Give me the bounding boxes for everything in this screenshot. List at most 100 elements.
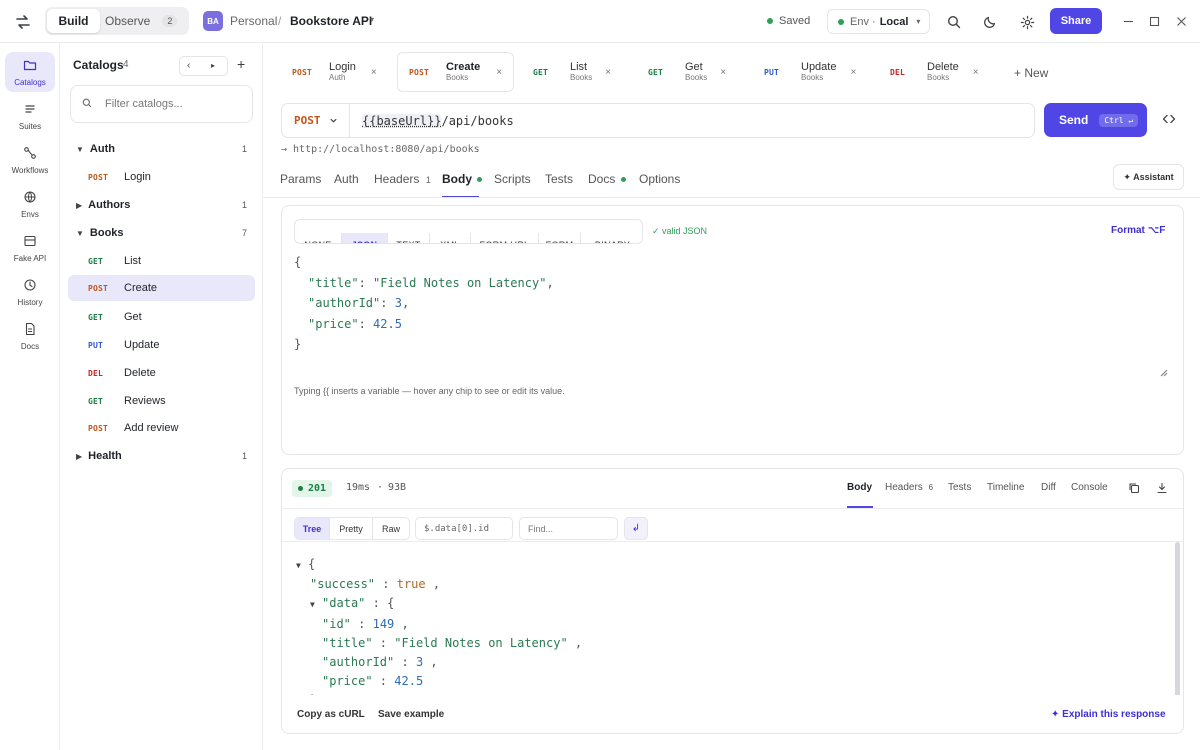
response-tab-tests[interactable]: Tests [948,482,971,493]
format-json-button[interactable]: JSON [342,233,388,243]
request-item-get[interactable]: GET Get [68,304,255,330]
rail-item-envs[interactable]: Envs [5,184,55,224]
copy-as-curl-button[interactable]: Copy as cURL [297,709,365,720]
response-tab-console[interactable]: Console [1071,482,1108,493]
tab-catalog: Books [685,73,708,82]
request-item-delete[interactable]: DEL Delete [68,360,255,386]
catalog-group-books[interactable]: ▼ Books 7 [68,220,255,246]
response-tab-headers[interactable]: Headers 6 [885,482,933,493]
format-form-button[interactable]: FORM [539,233,581,243]
download-icon[interactable] [1154,480,1170,496]
format-form-url-button[interactable]: FORM-URL [471,233,539,243]
build-mode-button[interactable]: Build [47,9,100,33]
request-item-update[interactable]: PUT Update [68,332,255,358]
response-tab-timeline[interactable]: Timeline [987,482,1024,493]
close-tab-icon[interactable]: × [973,67,979,78]
request-tab-create[interactable]: POST Create Books × [397,52,514,92]
rail-item-docs[interactable]: Docs [5,316,55,356]
json-body-editor[interactable]: { "title": "Field Notes on Latency", "au… [294,252,1169,376]
moon-icon[interactable] [979,11,1001,33]
method-select[interactable]: POST [282,104,350,137]
share-button[interactable]: Share [1050,8,1102,34]
env-label: Env · [850,15,876,28]
rail-label: History [17,297,43,307]
request-item-reviews[interactable]: GET Reviews [68,388,255,414]
observe-mode-button[interactable]: Observe 2 [105,9,178,33]
json-path-input[interactable]: $.data[0].id [415,517,513,540]
rail-item-suites[interactable]: Suites [5,96,55,136]
code-icon[interactable] [1160,110,1178,128]
request-item-login[interactable]: POST Login [68,164,255,190]
close-tab-icon[interactable]: × [605,67,611,78]
tab-params[interactable]: Params [280,172,321,186]
assistant-button[interactable]: ✦ Assistant [1113,164,1184,190]
response-tab-body[interactable]: Body [847,482,872,493]
environment-selector[interactable]: Env · Local ▾ [827,9,930,34]
caret-right-icon: ▶ [76,200,83,210]
tab-options[interactable]: Options [639,172,680,186]
view-raw-button[interactable]: Raw [373,518,409,539]
rail-item-history[interactable]: History [5,272,55,312]
send-button[interactable]: Send Ctrl ↵ [1044,103,1147,137]
search-icon[interactable] [943,11,965,33]
rail-item-workflows[interactable]: Workflows [5,140,55,180]
view-pretty-button[interactable]: Pretty [330,518,373,539]
request-tab-get[interactable]: GET Get Books × [638,52,738,92]
response-time: 19ms [346,482,371,493]
format-binary-button[interactable]: BINARY [581,233,642,243]
workspace-name[interactable]: Personal [230,14,277,28]
close-tab-icon[interactable]: × [371,67,377,78]
tab-scripts[interactable]: Scripts [494,172,531,186]
scrollbar[interactable] [1175,542,1180,697]
project-name[interactable]: Bookstore API [290,14,372,28]
close-tab-icon[interactable]: × [850,67,856,78]
swap-icon[interactable] [12,11,34,33]
request-tab-delete[interactable]: DEL Delete Books × [880,52,990,92]
close-icon[interactable] [1172,12,1190,30]
request-item-list[interactable]: GET List [68,248,255,274]
close-tab-icon[interactable]: × [496,67,502,78]
new-tab-button[interactable]: + New [1014,66,1048,80]
maximize-icon[interactable] [1145,12,1163,30]
rail-item-catalogs[interactable]: Catalogs [5,52,55,92]
catalog-group-auth[interactable]: ▼ Auth 1 [68,136,255,162]
resize-handle-icon[interactable] [1160,366,1168,380]
request-tab-list[interactable]: GET List Books × [523,52,623,92]
gear-icon[interactable] [1016,11,1038,33]
response-tab-diff[interactable]: Diff [1041,482,1056,493]
tab-tests[interactable]: Tests [545,172,573,186]
copy-icon[interactable] [1126,480,1142,496]
url-input[interactable]: {{baseUrl}} /api/books [362,114,514,128]
format-text-button[interactable]: TEXT [388,233,430,243]
tab-auth[interactable]: Auth [334,172,359,186]
tree-id-value: 149 [372,616,395,631]
response-view-switch: Tree Pretty Raw [294,517,410,540]
format-xml-button[interactable]: XML [430,233,471,243]
chevron-down-icon[interactable]: ▾ [370,15,374,24]
request-item-create[interactable]: POST Create [68,275,255,301]
workspace-avatar[interactable]: BA [203,11,223,31]
format-json-button[interactable]: Format ⌥F [1111,225,1165,236]
play-icon[interactable]: ▸ [211,61,215,70]
request-tab-update[interactable]: PUT Update Books × [754,52,864,92]
tab-docs[interactable]: Docs [588,172,626,186]
catalog-group-authors[interactable]: ▶ Authors 1 [68,192,255,218]
format-none-button[interactable]: NONE [295,233,342,243]
base-url-variable-chip[interactable]: {{baseUrl}} [362,114,442,128]
add-catalog-icon[interactable]: + [237,56,245,72]
minimize-icon[interactable] [1119,12,1137,30]
request-tab-login[interactable]: POST Login Auth × [282,52,384,92]
catalog-group-health[interactable]: ▶ Health 1 [68,443,255,469]
find-input[interactable]: Find... [519,517,618,540]
tab-body[interactable]: Body [442,172,483,186]
tab-headers[interactable]: Headers 1 [374,172,431,186]
view-tree-button[interactable]: Tree [295,518,330,539]
close-tab-icon[interactable]: × [720,67,726,78]
filter-catalogs-field[interactable]: Filter catalogs... [70,85,253,123]
request-item-add-review[interactable]: POST Add review [68,415,255,441]
chevron-left-icon[interactable]: ‹ [187,60,190,71]
save-example-button[interactable]: Save example [378,709,444,720]
explain-response-button[interactable]: ✦ Explain this response [1051,709,1166,720]
enter-icon[interactable]: ↲ [624,517,648,540]
rail-item-fake-api[interactable]: Fake API [5,228,55,268]
